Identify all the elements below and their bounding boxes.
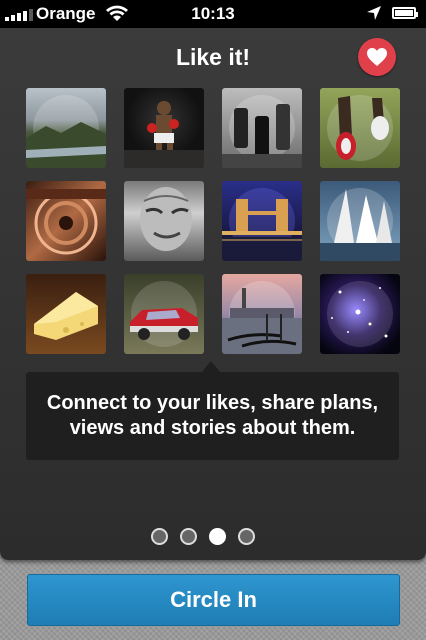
thumb-film-reel[interactable] xyxy=(26,181,106,261)
thumb-sailboats[interactable] xyxy=(320,181,400,261)
status-bar: Orange 10:13 xyxy=(0,0,426,28)
thumb-galaxy[interactable] xyxy=(320,274,400,354)
thumb-running-shoes[interactable] xyxy=(320,88,400,168)
thumb-classic-car[interactable] xyxy=(124,274,204,354)
location-arrow-icon xyxy=(366,5,382,26)
page-dot-4[interactable] xyxy=(238,528,255,545)
page-dot-2[interactable] xyxy=(180,528,197,545)
heart-icon xyxy=(367,48,387,66)
like-button[interactable] xyxy=(358,38,396,76)
callout-message: Connect to your likes, share plans, view… xyxy=(26,372,399,460)
thumb-cheese[interactable] xyxy=(26,274,106,354)
page-dot-3[interactable] xyxy=(209,528,226,545)
thumb-old-man[interactable] xyxy=(124,181,204,261)
thumb-chess[interactable] xyxy=(222,88,302,168)
page-dot-1[interactable] xyxy=(151,528,168,545)
clock: 10:13 xyxy=(191,4,235,23)
thumb-venice[interactable] xyxy=(222,274,302,354)
circle-in-button[interactable]: Circle In xyxy=(27,574,400,626)
onboarding-panel: Like it! Connect to your likes, share pl… xyxy=(0,28,426,560)
thumb-boxer[interactable] xyxy=(124,88,204,168)
thumb-tower-bridge[interactable] xyxy=(222,181,302,261)
thumb-landscape[interactable] xyxy=(26,88,106,168)
page-indicator[interactable] xyxy=(151,528,255,545)
battery-icon xyxy=(392,7,418,19)
